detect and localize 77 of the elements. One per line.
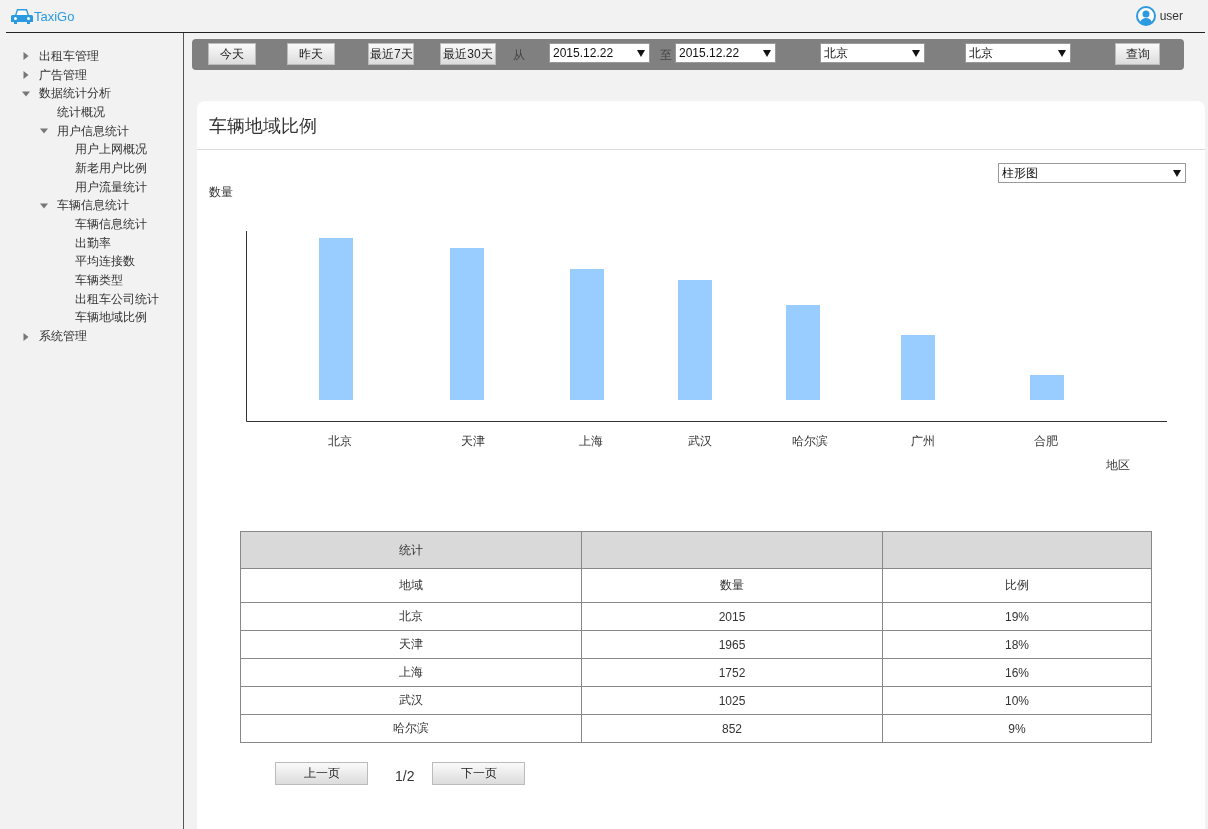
collapse-arrow-icon[interactable] [22, 89, 30, 98]
dropdown-arrow-icon [1058, 49, 1066, 57]
collapse-arrow-icon[interactable] [40, 201, 48, 210]
sidebar-item[interactable]: 广告管理 [39, 66, 87, 84]
user-avatar-icon[interactable] [1135, 6, 1156, 26]
chart-type-select[interactable]: 柱形图 [998, 163, 1186, 183]
sidebar-item[interactable]: 车辆类型 [75, 272, 123, 290]
dropdown-arrow-icon [912, 49, 920, 57]
card-title: 车辆地域比例 [197, 101, 1205, 150]
table-cell: 天津 [240, 630, 582, 659]
dropdown-arrow-icon [763, 49, 771, 57]
previous-page-button[interactable]: 上一页 [275, 762, 368, 785]
table-cell: 1752 [581, 658, 883, 687]
collapse-arrow-icon[interactable] [40, 127, 48, 136]
column-header: 地域 [240, 568, 582, 603]
table-cell: 1025 [581, 686, 883, 715]
table-cell: 9% [882, 714, 1152, 743]
date-from-select[interactable]: 2015.12.22 [549, 43, 650, 63]
table-cell: 2015 [581, 602, 883, 631]
table-cell: 1965 [581, 630, 883, 659]
y-axis-label: 数量 [209, 184, 233, 201]
table-cell: 哈尔滨 [240, 714, 582, 743]
table-cell: 武汉 [240, 686, 582, 715]
table-cell: 10% [882, 686, 1152, 715]
city-select[interactable]: 北京 [820, 43, 925, 63]
expand-arrow-icon[interactable] [22, 332, 30, 341]
x-axis-category: 广州 [911, 433, 935, 450]
sidebar-item[interactable]: 系统管理 [39, 328, 87, 346]
x-axis-category: 哈尔滨 [792, 433, 828, 450]
table-cell: 上海 [240, 658, 582, 687]
query-button[interactable]: 查询 [1115, 43, 1160, 65]
to-label: 至 [660, 47, 672, 64]
table-group-header: 统计 [240, 531, 582, 569]
next-page-button[interactable]: 下一页 [432, 762, 526, 785]
date-range-button[interactable]: 最近7天 [368, 43, 414, 65]
sidebar-item[interactable]: 数据统计分析 [39, 85, 111, 103]
sidebar-item[interactable]: 新老用户比例 [75, 159, 147, 177]
sidebar-item[interactable]: 用户流量统计 [75, 178, 147, 196]
table-cell: 852 [581, 714, 883, 743]
x-axis-category: 天津 [461, 433, 485, 450]
expand-arrow-icon[interactable] [22, 52, 30, 61]
dropdown-arrow-icon [1173, 169, 1181, 177]
sidebar-item[interactable]: 出租车管理 [39, 47, 99, 65]
sidebar-item[interactable]: 平均连接数 [75, 253, 135, 271]
bar [1030, 375, 1064, 400]
date-range-button[interactable]: 昨天 [287, 43, 335, 65]
x-axis-category: 上海 [579, 433, 603, 450]
dropdown-arrow-icon [637, 49, 645, 57]
sidebar-item[interactable]: 出勤率 [75, 234, 111, 252]
date-to-select[interactable]: 2015.12.22 [675, 43, 776, 63]
sidebar-item[interactable]: 用户信息统计 [57, 122, 129, 140]
taxi-icon [11, 7, 33, 25]
table-cell: 19% [882, 602, 1152, 631]
bar [901, 335, 935, 400]
x-axis-category: 合肥 [1034, 433, 1058, 450]
date-range-button[interactable]: 今天 [208, 43, 256, 65]
date-range-button[interactable]: 最近30天 [440, 43, 496, 65]
from-label: 从 [513, 47, 525, 64]
sidebar-item[interactable]: 车辆信息统计 [75, 216, 147, 234]
sidebar-item[interactable]: 车辆信息统计 [57, 197, 129, 215]
table-cell: 18% [882, 630, 1152, 659]
sidebar-item[interactable]: 用户上网概况 [75, 141, 147, 159]
x-axis-label: 地区 [1106, 457, 1130, 474]
logo-text: TaxiGo [34, 8, 75, 24]
user-name[interactable]: user [1159, 9, 1183, 23]
x-axis-category: 武汉 [688, 433, 712, 450]
sidebar-item[interactable]: 出租车公司统计 [75, 290, 159, 308]
table-cell: 16% [882, 658, 1152, 687]
sidebar-item[interactable]: 统计概况 [57, 103, 105, 121]
x-axis-category: 北京 [328, 433, 352, 450]
table-cell: 北京 [240, 602, 582, 631]
expand-arrow-icon[interactable] [22, 71, 30, 80]
city-select[interactable]: 北京 [965, 43, 1071, 63]
page-indicator: 1/2 [395, 767, 415, 784]
column-header: 数量 [581, 568, 883, 603]
sidebar-item[interactable]: 车辆地域比例 [75, 309, 147, 327]
column-header: 比例 [882, 568, 1152, 603]
